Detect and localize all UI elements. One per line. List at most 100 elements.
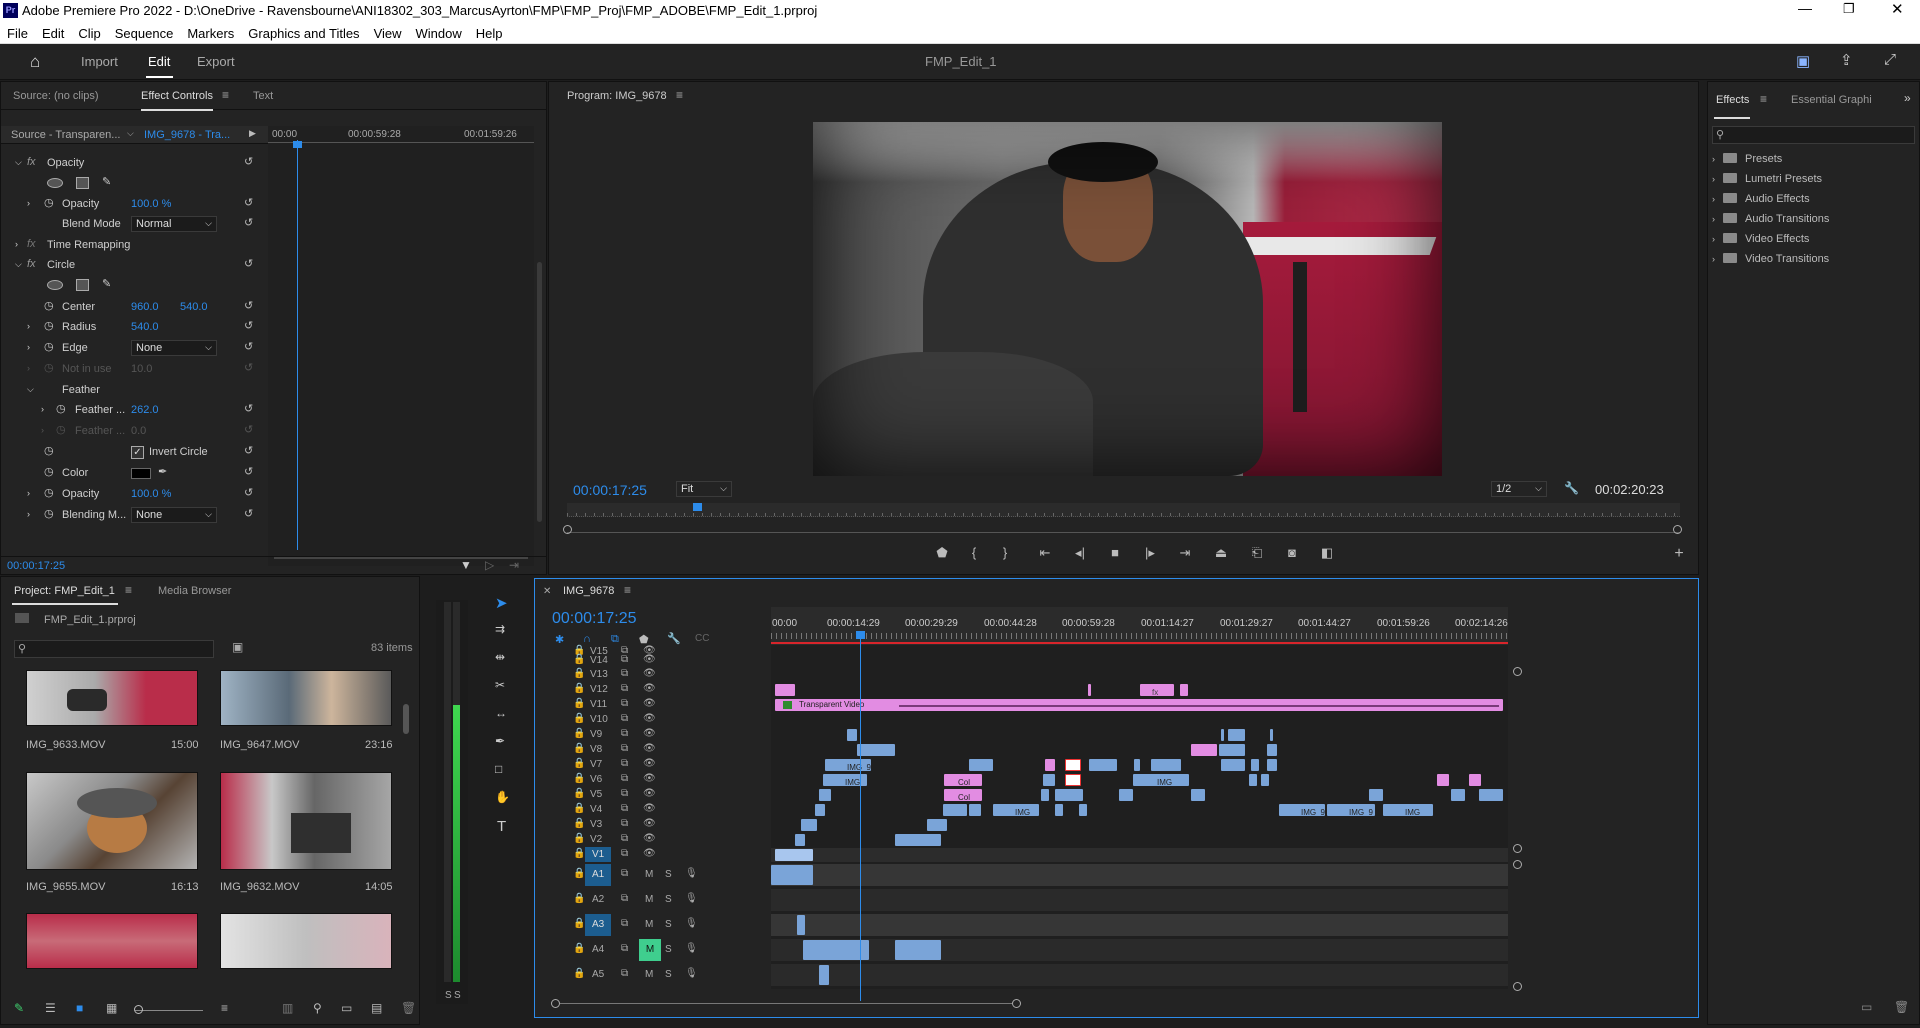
sync-lock-icon[interactable]: ⧉ xyxy=(621,698,628,709)
timeline-clip[interactable] xyxy=(1451,789,1465,801)
rectangle-tool-icon[interactable]: □ xyxy=(495,762,502,776)
play-audio-icon[interactable]: ▷ xyxy=(485,558,494,572)
timeline-clip[interactable] xyxy=(775,849,813,861)
timeline-clip[interactable] xyxy=(1267,759,1277,771)
sync-lock-icon[interactable]: ⧉ xyxy=(621,668,628,679)
eye-icon[interactable]: 👁 xyxy=(643,788,656,799)
stopwatch-icon[interactable]: ◷ xyxy=(44,486,54,499)
lock-icon[interactable]: 🔒 xyxy=(573,968,585,979)
stopwatch-icon[interactable]: ◷ xyxy=(44,465,54,478)
timeline-clip[interactable] xyxy=(1043,774,1055,786)
sync-lock-icon[interactable]: ⧉ xyxy=(621,803,628,814)
eye-icon[interactable]: 👁 xyxy=(643,758,656,769)
eye-icon[interactable]: 👁 xyxy=(643,713,656,724)
sync-lock-icon[interactable]: ⧉ xyxy=(621,893,628,904)
project-search[interactable]: ⚲ xyxy=(14,640,214,658)
reset-icon[interactable]: ↺ xyxy=(244,155,253,168)
mark-out-icon[interactable]: } xyxy=(994,542,1016,564)
timeline-clip[interactable] xyxy=(1045,759,1055,771)
time-remapping-row[interactable]: › fx Time Remapping xyxy=(1,236,268,256)
clip-area[interactable]: fx Transparent Video IMG_9 IMG_ Col IMG_… xyxy=(771,645,1508,989)
icon-view-icon[interactable]: ■ xyxy=(76,1001,83,1015)
media-thumbnail[interactable] xyxy=(220,913,392,969)
eyedropper-icon[interactable]: ✒ xyxy=(158,465,167,478)
list-view-icon[interactable]: ☰ xyxy=(45,1001,56,1015)
timeline-clip[interactable] xyxy=(969,759,993,771)
timeline-clip[interactable] xyxy=(1270,729,1273,741)
timeline-clip[interactable] xyxy=(1251,759,1259,771)
timeline-clip[interactable] xyxy=(1369,789,1383,801)
mute-button[interactable]: M xyxy=(645,919,653,930)
timeline-clip[interactable] xyxy=(801,819,817,831)
program-scrubber[interactable] xyxy=(567,503,1680,517)
more-tabs-icon[interactable]: » xyxy=(1904,91,1911,105)
tab-essential-graphics[interactable]: Essential Graphics xyxy=(1791,94,1871,106)
export-frame-icon[interactable]: ⇥ xyxy=(509,558,519,572)
eye-icon[interactable]: 👁 xyxy=(643,668,656,679)
microphone-icon[interactable]: 🎙 xyxy=(685,943,698,954)
sync-lock-icon[interactable]: ⧉ xyxy=(621,943,628,954)
microphone-icon[interactable]: 🎙 xyxy=(685,868,698,879)
ec-playhead[interactable] xyxy=(297,140,298,550)
eye-icon[interactable]: 👁 xyxy=(643,818,656,829)
timeline-clip[interactable]: Col xyxy=(944,789,982,802)
menu-view[interactable]: View xyxy=(367,22,409,41)
camera-icon[interactable]: ◙ xyxy=(1281,542,1303,564)
sequence-tab[interactable]: IMG_9678 xyxy=(563,585,614,597)
reset-icon[interactable]: ↺ xyxy=(244,299,253,312)
audio-clip[interactable] xyxy=(797,915,805,935)
media-thumbnail[interactable] xyxy=(26,670,198,726)
reset-icon[interactable]: ↺ xyxy=(244,340,253,353)
go-to-out-icon[interactable]: ⇥ xyxy=(1174,542,1196,564)
zoom-slider[interactable] xyxy=(135,1010,203,1011)
tab-media-browser[interactable]: Media Browser xyxy=(158,585,231,597)
mark-in-icon[interactable]: { xyxy=(963,542,985,564)
timeline-clip[interactable] xyxy=(1041,789,1049,801)
step-forward-icon[interactable]: |▸ xyxy=(1139,542,1161,564)
blend-mode-select[interactable]: Normal ⌵ xyxy=(131,216,217,232)
play-only-icon[interactable]: ▶ xyxy=(249,128,256,139)
fit-select[interactable]: Fit ⌵ xyxy=(676,481,732,497)
sync-lock-icon[interactable]: ⧉ xyxy=(621,788,628,799)
timeline-clip[interactable] xyxy=(1079,804,1087,816)
quick-export-icon[interactable]: ▣ xyxy=(1796,52,1810,70)
timeline-clip[interactable] xyxy=(1065,759,1081,771)
filter-icon[interactable]: ▼ xyxy=(460,558,472,572)
timeline-clip[interactable] xyxy=(1479,789,1503,801)
lock-icon[interactable]: 🔒 xyxy=(573,893,585,904)
slip-tool-icon[interactable]: ↔ xyxy=(495,706,507,720)
reset-icon[interactable]: ↺ xyxy=(244,319,253,332)
type-tool-icon[interactable]: T xyxy=(497,818,506,835)
timeline-hscroll[interactable] xyxy=(551,999,1516,1008)
lock-icon[interactable]: 🔒 xyxy=(573,833,585,844)
timeline-clip[interactable] xyxy=(1261,774,1269,786)
menu-clip[interactable]: Clip xyxy=(71,22,107,41)
timeline-clip[interactable] xyxy=(1437,774,1449,786)
opacity2-value[interactable]: 100.0 % xyxy=(131,488,171,500)
folder-video-transitions[interactable]: › Video Transitions xyxy=(1712,253,1829,273)
tab-text[interactable]: Text xyxy=(253,90,273,102)
add-button-icon[interactable]: + xyxy=(1668,543,1690,565)
solo-button[interactable]: S xyxy=(665,869,672,880)
timeline-clip[interactable] xyxy=(1249,774,1257,786)
radius-value[interactable]: 540.0 xyxy=(131,321,159,333)
reset-icon[interactable]: ↺ xyxy=(244,486,253,499)
timeline-clip[interactable] xyxy=(895,834,941,846)
timeline-clip[interactable] xyxy=(969,804,981,816)
sort-icon[interactable]: ≡ xyxy=(221,1001,228,1015)
pen-tool-icon[interactable]: ✒ xyxy=(495,734,505,748)
timeline-clip[interactable] xyxy=(1469,774,1481,786)
timeline-clip[interactable] xyxy=(1151,759,1181,771)
menu-edit[interactable]: Edit xyxy=(35,22,71,41)
trash-icon[interactable]: 🗑 xyxy=(1894,1000,1909,1014)
share-icon[interactable]: ⇪ xyxy=(1840,51,1853,69)
opacity-value[interactable]: 100.0 % xyxy=(131,198,171,210)
hand-tool-icon[interactable]: ✋ xyxy=(495,790,510,804)
center-x-value[interactable]: 960.0 xyxy=(131,301,159,313)
wrench-icon[interactable]: 🔧 xyxy=(1564,481,1579,495)
folder-audio-transitions[interactable]: › Audio Transitions xyxy=(1712,213,1829,233)
folder-presets[interactable]: › Presets xyxy=(1712,153,1829,173)
audio-clip[interactable] xyxy=(819,965,829,985)
solo-right[interactable]: S xyxy=(454,990,461,1001)
vscroll-mid-handle[interactable] xyxy=(1513,844,1522,853)
